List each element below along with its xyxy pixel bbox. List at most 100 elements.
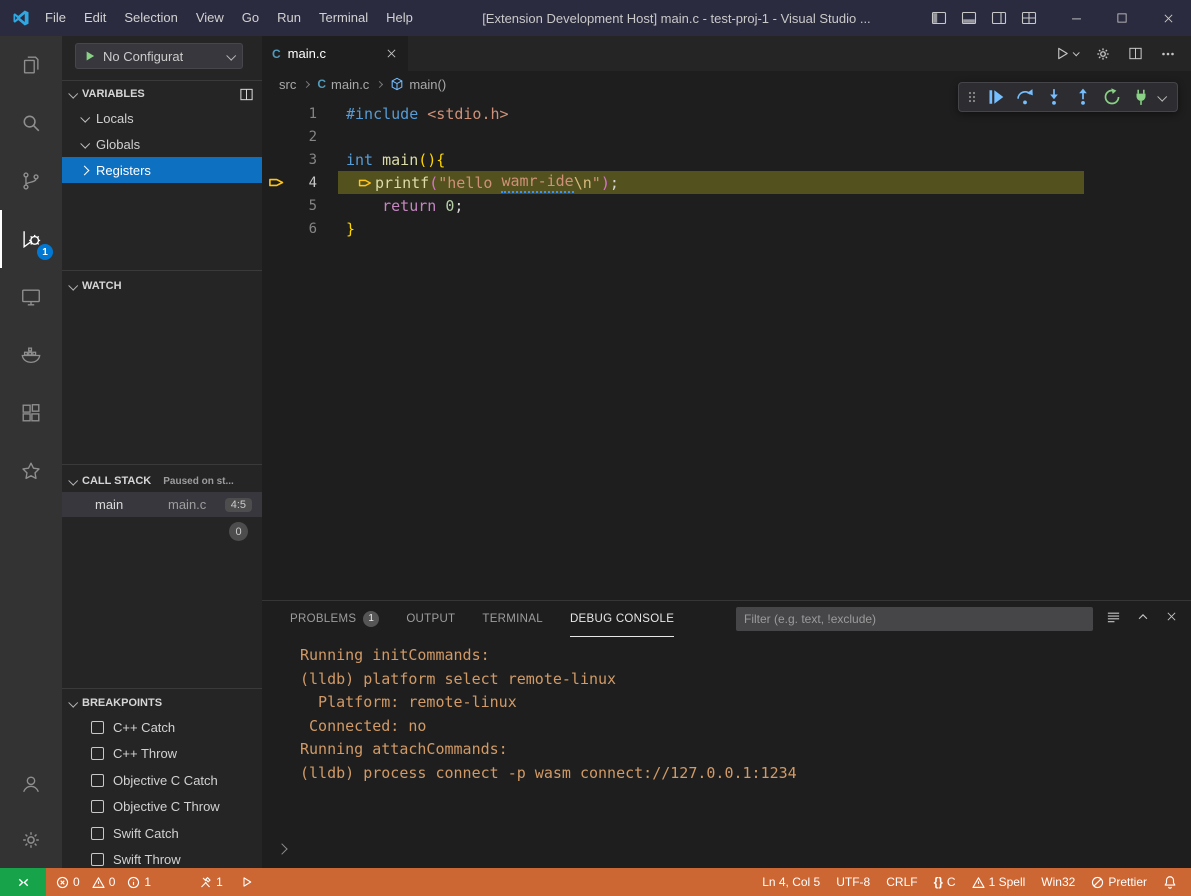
variables-group-globals[interactable]: Globals xyxy=(62,131,262,157)
panel-tab-terminal[interactable]: TERMINAL xyxy=(482,601,543,637)
vscode-logo-icon xyxy=(12,9,30,27)
menu-edit[interactable]: Edit xyxy=(75,0,115,36)
status-infos[interactable]: 1 xyxy=(121,871,157,893)
chevron-down-icon[interactable] xyxy=(1157,91,1167,101)
split-editor-button[interactable] xyxy=(1128,46,1143,61)
minimize-button[interactable] xyxy=(1053,0,1099,36)
breakpoint-checkbox[interactable] xyxy=(91,827,104,840)
menu-terminal[interactable]: Terminal xyxy=(310,0,377,36)
code-text[interactable]: #include <stdio.h> xyxy=(317,105,509,123)
activity-manage[interactable] xyxy=(0,812,62,868)
editor-tab-bar: C main.c xyxy=(262,36,1191,71)
restart-button[interactable] xyxy=(1097,88,1126,106)
layout-customize-button[interactable] xyxy=(1021,10,1037,26)
breadcrumb-main[interactable]: main() xyxy=(390,77,446,92)
close-button[interactable] xyxy=(1145,0,1191,36)
activity-docker[interactable] xyxy=(0,326,62,384)
step-over-button[interactable] xyxy=(1010,88,1039,106)
activity-remote-explorer[interactable] xyxy=(0,268,62,326)
panel-tab-output[interactable]: OUTPUT xyxy=(406,601,455,637)
status-eol[interactable]: CRLF xyxy=(878,871,925,893)
layout-secondary-sidebar-button[interactable] xyxy=(991,10,1007,26)
status-language-mode[interactable]: {}C xyxy=(926,871,964,893)
activity-run-and-debug[interactable]: 1 xyxy=(0,210,62,268)
activity-extensions[interactable] xyxy=(0,384,62,442)
status-notifications[interactable] xyxy=(1155,871,1185,893)
status-spell-checker[interactable]: 1 Spell xyxy=(964,871,1034,893)
run-or-debug-button[interactable] xyxy=(1055,46,1078,61)
status-prettier[interactable]: Prettier xyxy=(1083,871,1155,893)
debug-console-input[interactable] xyxy=(278,840,286,858)
activity-search[interactable] xyxy=(0,94,62,152)
activity-marketplace-star[interactable] xyxy=(0,442,62,500)
breakpoint-c-throw[interactable]: C++ Throw xyxy=(62,741,262,768)
code-text[interactable]: printf("hello wamr-ide\n"); xyxy=(317,172,619,193)
breadcrumb-src[interactable]: src xyxy=(279,77,296,92)
close-panel-button[interactable] xyxy=(1165,610,1178,628)
status-errors[interactable]: 0 xyxy=(50,871,86,893)
breakpoint-checkbox[interactable] xyxy=(91,800,104,813)
drag-handle[interactable] xyxy=(963,89,981,105)
chevron-down-icon xyxy=(80,138,90,148)
breakpoint-checkbox[interactable] xyxy=(91,853,104,866)
breakpoint-swift-throw[interactable]: Swift Throw xyxy=(62,847,262,869)
watch-section-header[interactable]: WATCH xyxy=(62,275,262,297)
console-options-button[interactable] xyxy=(1106,609,1121,629)
step-out-button[interactable] xyxy=(1068,88,1097,106)
status-warnings[interactable]: 0 xyxy=(86,871,122,893)
step-into-button[interactable] xyxy=(1039,88,1068,106)
breakpoints-section-header[interactable]: BREAKPOINTS xyxy=(62,692,262,714)
panel-tab-debug-console[interactable]: DEBUG CONSOLE xyxy=(570,601,674,637)
breakpoint-objective-c-throw[interactable]: Objective C Throw xyxy=(62,794,262,821)
tab-main-c[interactable]: C main.c xyxy=(262,36,408,71)
status-encoding[interactable]: UTF-8 xyxy=(828,871,878,893)
code-text[interactable]: int main(){ xyxy=(317,151,445,169)
breakpoint-checkbox[interactable] xyxy=(91,774,104,787)
call-stack-section-header[interactable]: CALL STACK Paused on st... xyxy=(62,470,262,492)
activity-explorer[interactable] xyxy=(0,36,62,94)
variables-group-locals[interactable]: Locals xyxy=(62,105,262,131)
call-stack-frame[interactable]: mainmain.c4:5 xyxy=(62,492,262,517)
code-text[interactable]: return 0; xyxy=(317,197,463,215)
status-cursor-position[interactable]: Ln 4, Col 5 xyxy=(754,871,828,893)
gutter[interactable] xyxy=(262,174,290,191)
breakpoint-c-catch[interactable]: C++ Catch xyxy=(62,714,262,741)
call-stack-badge: 0 xyxy=(229,522,248,541)
status-platform[interactable]: Win32 xyxy=(1033,871,1083,893)
continue-button[interactable] xyxy=(981,88,1010,106)
more-actions-button[interactable] xyxy=(1160,46,1176,62)
breadcrumb-main-c[interactable]: Cmain.c xyxy=(317,77,369,92)
breakpoint-label: Objective C Catch xyxy=(113,773,218,788)
console-filter-input[interactable] xyxy=(736,607,1093,631)
breakpoint-swift-catch[interactable]: Swift Catch xyxy=(62,820,262,847)
split-icon[interactable] xyxy=(239,87,254,102)
menu-run[interactable]: Run xyxy=(268,0,310,36)
configure-button[interactable] xyxy=(1095,46,1111,62)
close-icon[interactable] xyxy=(385,47,398,60)
menu-go[interactable]: Go xyxy=(233,0,268,36)
disconnect-button[interactable] xyxy=(1126,88,1155,106)
panel-tab-problems[interactable]: PROBLEMS1 xyxy=(290,601,379,637)
maximize-panel-button[interactable] xyxy=(1136,610,1150,629)
code-editor[interactable]: 1#include <stdio.h>23int main(){4 printf… xyxy=(262,97,1191,600)
breakpoint-checkbox[interactable] xyxy=(91,721,104,734)
status-debug[interactable] xyxy=(235,871,259,893)
variables-section-header[interactable]: VARIABLES xyxy=(62,83,262,105)
debug-config-select[interactable]: No Configurat xyxy=(75,43,243,69)
layout-panel-button[interactable] xyxy=(961,10,977,26)
variables-group-registers[interactable]: Registers xyxy=(62,157,262,183)
activity-accounts[interactable] xyxy=(0,756,62,812)
maximize-button[interactable] xyxy=(1099,0,1145,36)
activity-source-control[interactable] xyxy=(0,152,62,210)
status-tasks[interactable]: 1 xyxy=(193,871,229,893)
c-file-icon: C xyxy=(317,78,326,90)
breakpoint-objective-c-catch[interactable]: Objective C Catch xyxy=(62,767,262,794)
menu-selection[interactable]: Selection xyxy=(115,0,186,36)
menu-view[interactable]: View xyxy=(187,0,233,36)
breakpoint-checkbox[interactable] xyxy=(91,747,104,760)
menu-help[interactable]: Help xyxy=(377,0,422,36)
layout-sidebar-button[interactable] xyxy=(931,10,947,26)
remote-indicator[interactable] xyxy=(0,868,46,896)
code-text[interactable]: } xyxy=(317,220,355,238)
menu-file[interactable]: File xyxy=(36,0,75,36)
